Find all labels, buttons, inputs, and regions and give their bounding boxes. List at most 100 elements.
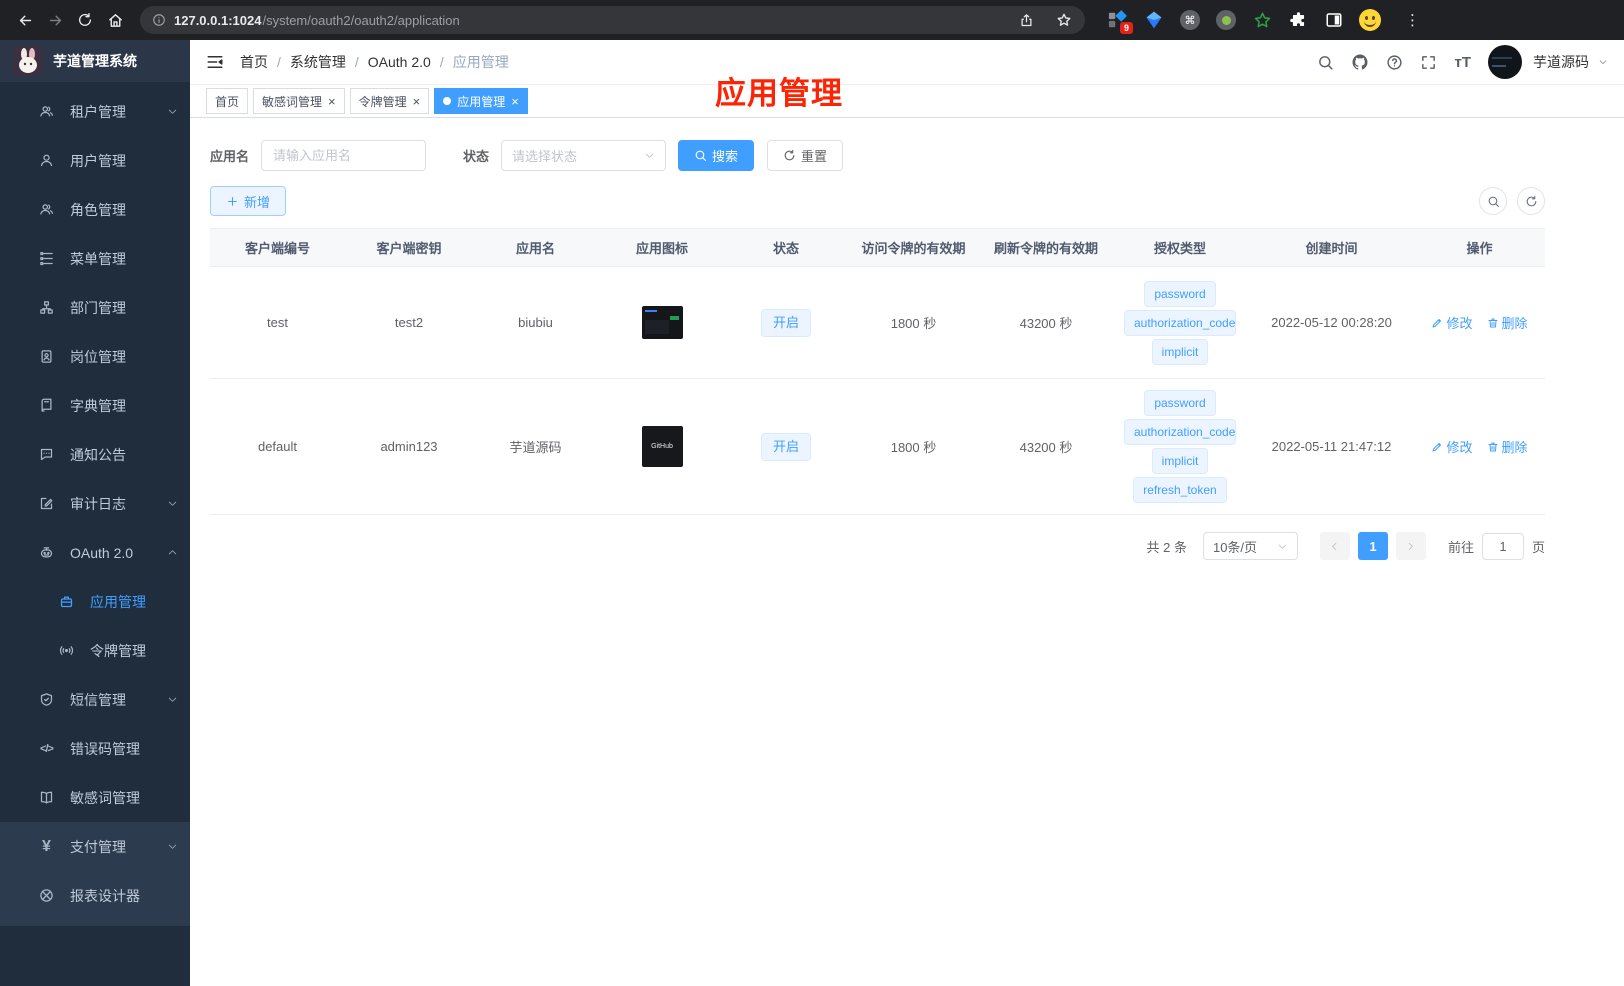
refresh-table-icon[interactable]: [1517, 187, 1545, 215]
sidebar-item-report-designer[interactable]: 报表设计器: [0, 871, 190, 920]
status-select[interactable]: 请选择状态: [501, 140, 667, 171]
user-name[interactable]: 芋道源码: [1533, 52, 1589, 72]
tab-label: 应用管理: [457, 94, 506, 109]
sidebar-item-error-code[interactable]: </> 错误码管理: [0, 724, 190, 773]
recorder-extension-icon[interactable]: [1215, 9, 1237, 31]
add-button[interactable]: 新增: [210, 186, 287, 216]
command-extension-icon[interactable]: ⌘: [1179, 9, 1201, 31]
sidebar-item-tenant[interactable]: 租户管理: [0, 87, 190, 136]
tab-sensitive-word[interactable]: 敏感词管理 ×: [253, 88, 345, 114]
tab-label: 令牌管理: [358, 94, 407, 109]
main-area: 首页 / 系统管理 / OAuth 2.0 / 应用管理 ᴛT 芋道源码 首页 …: [190, 40, 1624, 986]
users-icon: [38, 202, 55, 217]
cell-client-id: test: [210, 266, 345, 379]
app-logo[interactable]: 芋道管理系统: [0, 40, 190, 82]
extensions-puzzle-icon[interactable]: [1287, 9, 1309, 31]
delete-link[interactable]: 删除: [1487, 437, 1528, 456]
sidebar-item-sensitive-word[interactable]: 敏感词管理: [0, 773, 190, 822]
browser-back-button[interactable]: [10, 5, 40, 35]
toggle-search-icon[interactable]: [1479, 187, 1507, 215]
collapse-sidebar-icon[interactable]: [206, 53, 224, 71]
sidebar-item-audit-log[interactable]: 审计日志: [0, 479, 190, 528]
breadcrumb-oauth[interactable]: OAuth 2.0: [368, 54, 431, 70]
edit-link[interactable]: 修改: [1431, 313, 1473, 332]
next-page-button[interactable]: [1395, 532, 1426, 560]
users-icon: [38, 104, 55, 119]
close-icon[interactable]: ×: [511, 95, 519, 108]
cell-refresh-ttl: 43200 秒: [981, 266, 1111, 379]
sidebar-item-label: OAuth 2.0: [70, 544, 134, 561]
sidebar-item-oauth-token[interactable]: 令牌管理: [0, 626, 190, 675]
app-name-input[interactable]: [261, 140, 427, 171]
prev-page-button[interactable]: [1319, 532, 1350, 560]
breadcrumb-separator: /: [277, 54, 281, 70]
close-icon[interactable]: ×: [328, 95, 336, 108]
side-panel-icon[interactable]: [1323, 9, 1345, 31]
sidebar-item-dept[interactable]: 部门管理: [0, 283, 190, 332]
search-icon[interactable]: [1317, 54, 1334, 71]
close-icon[interactable]: ×: [413, 95, 421, 108]
sidebar-item-menu[interactable]: 菜单管理: [0, 234, 190, 283]
browser-home-button[interactable]: [100, 5, 130, 35]
robot-icon: [38, 545, 55, 560]
cell-client-secret: test2: [345, 266, 473, 379]
sidebar-item-oauth[interactable]: OAuth 2.0: [0, 528, 190, 577]
breadcrumb-system[interactable]: 系统管理: [290, 52, 346, 72]
grant-type-tag: implicit: [1151, 448, 1209, 474]
table-header-row: 客户端编号 客户端密钥 应用名 应用图标 状态 访问令牌的有效期 刷新令牌的有效…: [210, 228, 1545, 267]
fullscreen-icon[interactable]: [1420, 54, 1437, 71]
goto-label: 前往: [1447, 539, 1474, 555]
font-size-icon[interactable]: ᴛT: [1454, 54, 1471, 71]
grant-type-tag: authorization_code: [1124, 419, 1236, 445]
delete-link[interactable]: 删除: [1487, 313, 1528, 332]
status-label: 状态: [463, 149, 490, 164]
browser-reload-button[interactable]: [70, 5, 100, 35]
org-chart-icon: [38, 300, 55, 315]
browser-forward-button[interactable]: [40, 5, 70, 35]
tab-home[interactable]: 首页: [206, 88, 249, 114]
compass-icon: [38, 888, 55, 903]
edit-link[interactable]: 修改: [1431, 437, 1473, 456]
table-tools: [1469, 187, 1545, 215]
tab-token[interactable]: 令牌管理 ×: [349, 88, 430, 114]
address-bar[interactable]: 127.0.0.1:1024/system/oauth2/oauth2/appl…: [140, 6, 1085, 34]
sidebar-item-post[interactable]: 岗位管理: [0, 332, 190, 381]
sidebar-item-dict[interactable]: 字典管理: [0, 381, 190, 430]
breadcrumb-home[interactable]: 首页: [240, 52, 268, 72]
github-icon[interactable]: [1351, 53, 1369, 71]
chevron-down-icon: [167, 694, 178, 705]
goto-page-input[interactable]: [1481, 532, 1524, 560]
sidebar-item-notice[interactable]: 通知公告: [0, 430, 190, 479]
profile-avatar-icon[interactable]: [1359, 9, 1381, 31]
dictionary-extension-icon[interactable]: 9: [1107, 9, 1133, 34]
search-button[interactable]: 搜索: [678, 140, 755, 171]
gem-extension-icon[interactable]: [1143, 9, 1165, 31]
user-avatar[interactable]: [1488, 45, 1522, 79]
user-menu-caret-icon[interactable]: [1598, 57, 1608, 67]
chevron-down-icon: [167, 841, 178, 852]
tab-application[interactable]: 应用管理 ×: [434, 88, 528, 114]
col-refresh-ttl: 刷新令牌的有效期: [981, 228, 1111, 267]
cell-created: 2022-05-12 00:28:20: [1249, 266, 1414, 379]
reset-button[interactable]: 重置: [767, 140, 844, 171]
status-badge: 开启: [760, 308, 811, 337]
sidebar-item-oauth-application[interactable]: 应用管理: [0, 577, 190, 626]
reset-button-label: 重置: [801, 149, 828, 164]
top-navbar: 首页 / 系统管理 / OAuth 2.0 / 应用管理 ᴛT 芋道源码: [190, 40, 1624, 84]
page-size-select[interactable]: 10条/页: [1202, 532, 1298, 560]
sidebar-item-role[interactable]: 角色管理: [0, 185, 190, 234]
cell-grant-types: password authorization_code implicit ref…: [1111, 378, 1249, 515]
help-icon[interactable]: [1386, 54, 1403, 71]
site-info-icon[interactable]: [152, 13, 166, 27]
star-extension-icon[interactable]: [1251, 9, 1273, 31]
browser-menu-icon[interactable]: ⋮: [1405, 11, 1420, 29]
app-icon-github: GitHub: [641, 426, 683, 467]
bookmark-star-icon[interactable]: [1049, 5, 1079, 35]
current-page-button[interactable]: 1: [1357, 532, 1388, 560]
sidebar-item-user[interactable]: 用户管理: [0, 136, 190, 185]
sidebar-item-sms[interactable]: 短信管理: [0, 675, 190, 724]
share-icon[interactable]: [1011, 5, 1041, 35]
sidebar-item-payment[interactable]: ¥ 支付管理: [0, 822, 190, 871]
table-row: default admin123 芋道源码 GitHub 开启 1800 秒 4…: [210, 378, 1545, 515]
chevron-down-icon: [644, 150, 655, 161]
